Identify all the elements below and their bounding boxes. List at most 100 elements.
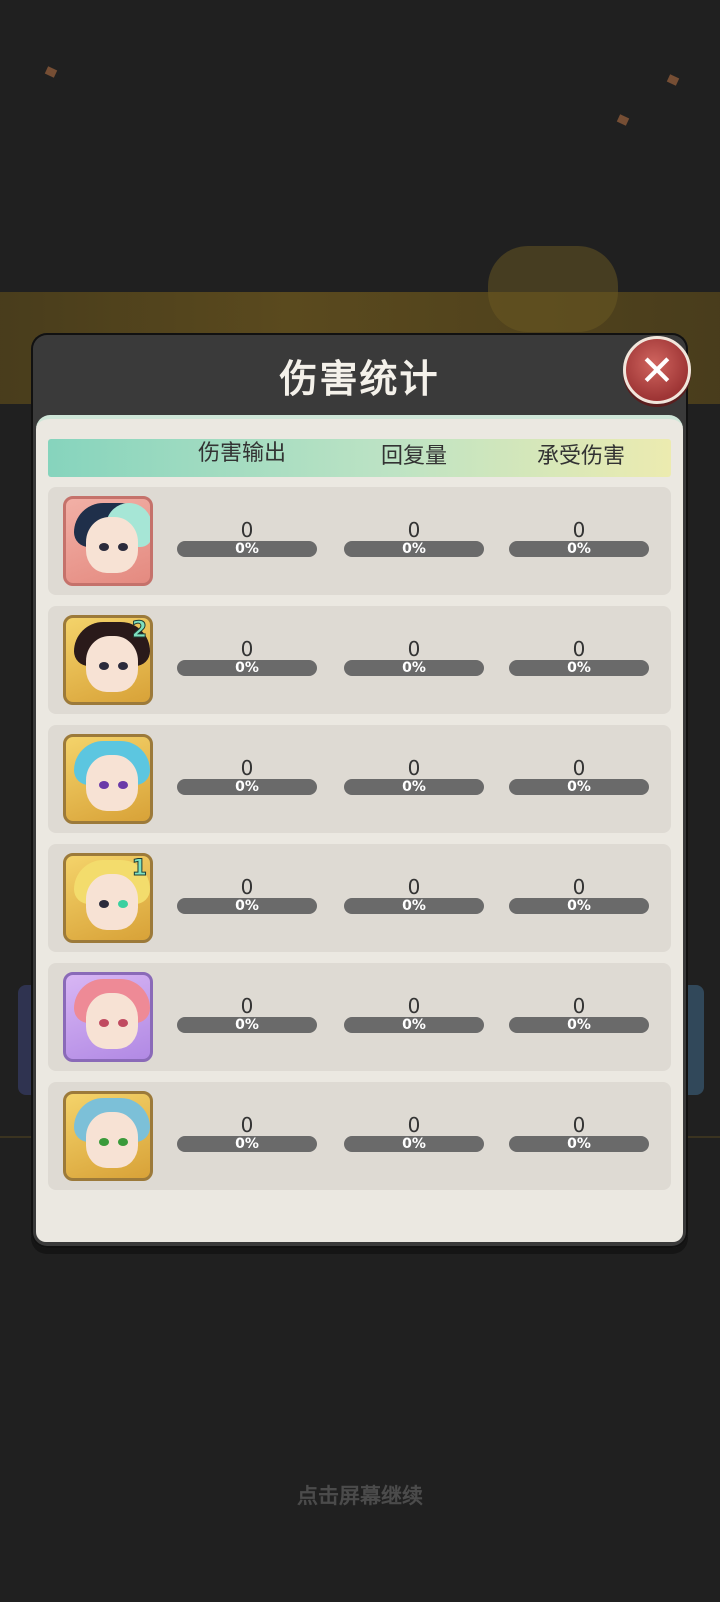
taken-stat: 0 0% bbox=[509, 874, 649, 914]
damage-stat: 0 0% bbox=[177, 636, 317, 676]
column-header-taken: 承受伤害 bbox=[536, 444, 625, 469]
taken-progress-bar: 0% bbox=[509, 779, 649, 795]
taken-progress-bar: 0% bbox=[509, 1017, 649, 1033]
hero-row: 0 0% 0 0% 0 0% bbox=[48, 487, 671, 595]
heal-stat: 0 0% bbox=[344, 1112, 484, 1152]
hero-avatar[interactable] bbox=[63, 496, 153, 586]
heal-value: 0 bbox=[407, 875, 421, 899]
damage-stat: 0 0% bbox=[177, 755, 317, 795]
hero-row: 2 0 0% 0 0% 0 0% bbox=[48, 606, 671, 714]
heal-stat: 0 0% bbox=[344, 993, 484, 1033]
damage-stats-dialog: 伤害统计 伤害输出 回复量 承受伤害 0 0% 0 0% 0 0% 2 0 0%… bbox=[31, 333, 688, 1248]
taken-stat: 0 0% bbox=[509, 755, 649, 795]
heal-stat: 0 0% bbox=[344, 874, 484, 914]
damage-percent: 0% bbox=[235, 898, 259, 914]
hero-avatar[interactable] bbox=[63, 972, 153, 1062]
heal-value: 0 bbox=[407, 994, 421, 1018]
damage-value: 0 bbox=[240, 994, 254, 1018]
taken-percent: 0% bbox=[567, 779, 591, 795]
damage-stat: 0 0% bbox=[177, 993, 317, 1033]
hero-avatar[interactable]: 2 bbox=[63, 615, 153, 705]
damage-progress-bar: 0% bbox=[177, 1136, 317, 1152]
taken-value: 0 bbox=[572, 1113, 586, 1137]
hero-level-badge: 1 bbox=[131, 856, 147, 882]
taken-value: 0 bbox=[572, 637, 586, 661]
heal-percent: 0% bbox=[402, 660, 426, 676]
damage-progress-bar: 0% bbox=[177, 898, 317, 914]
damage-percent: 0% bbox=[235, 541, 259, 557]
damage-value: 0 bbox=[240, 637, 254, 661]
heal-value: 0 bbox=[407, 1113, 421, 1137]
damage-progress-bar: 0% bbox=[177, 660, 317, 676]
heal-percent: 0% bbox=[402, 541, 426, 557]
taken-progress-bar: 0% bbox=[509, 660, 649, 676]
damage-progress-bar: 0% bbox=[177, 541, 317, 557]
taken-progress-bar: 0% bbox=[509, 1136, 649, 1152]
heal-percent: 0% bbox=[402, 898, 426, 914]
column-header-damage: 伤害输出 bbox=[197, 441, 286, 466]
damage-progress-bar: 0% bbox=[177, 1017, 317, 1033]
hero-avatar[interactable] bbox=[63, 1091, 153, 1181]
heal-progress-bar: 0% bbox=[344, 1017, 484, 1033]
taken-stat: 0 0% bbox=[509, 636, 649, 676]
taken-value: 0 bbox=[572, 756, 586, 780]
heal-percent: 0% bbox=[402, 779, 426, 795]
heal-value: 0 bbox=[407, 637, 421, 661]
damage-value: 0 bbox=[240, 875, 254, 899]
confetti-decoration bbox=[616, 114, 630, 126]
damage-value: 0 bbox=[240, 756, 254, 780]
column-header-heal: 回复量 bbox=[380, 444, 447, 469]
tap-to-continue-hint[interactable]: 点击屏幕继续 bbox=[0, 1480, 720, 1510]
heal-stat: 0 0% bbox=[344, 636, 484, 676]
taken-value: 0 bbox=[572, 518, 586, 542]
heal-progress-bar: 0% bbox=[344, 1136, 484, 1152]
heal-value: 0 bbox=[407, 756, 421, 780]
taken-percent: 0% bbox=[567, 541, 591, 557]
damage-value: 0 bbox=[240, 518, 254, 542]
heal-progress-bar: 0% bbox=[344, 541, 484, 557]
hero-row: 1 0 0% 0 0% 0 0% bbox=[48, 844, 671, 952]
damage-value: 0 bbox=[240, 1113, 254, 1137]
heal-progress-bar: 0% bbox=[344, 898, 484, 914]
hero-row: 0 0% 0 0% 0 0% bbox=[48, 1082, 671, 1190]
column-header-bar: 伤害输出 回复量 承受伤害 bbox=[48, 439, 671, 477]
damage-stat: 0 0% bbox=[177, 874, 317, 914]
dialog-title: 伤害统计 bbox=[279, 356, 440, 401]
stats-table: 伤害输出 回复量 承受伤害 0 0% 0 0% 0 0% 2 0 0% 0 0%… bbox=[36, 415, 683, 1242]
taken-stat: 0 0% bbox=[509, 993, 649, 1033]
confetti-decoration bbox=[666, 74, 680, 86]
taken-percent: 0% bbox=[567, 1017, 591, 1033]
damage-percent: 0% bbox=[235, 779, 259, 795]
damage-percent: 0% bbox=[235, 660, 259, 676]
hero-row: 0 0% 0 0% 0 0% bbox=[48, 725, 671, 833]
damage-progress-bar: 0% bbox=[177, 779, 317, 795]
heal-progress-bar: 0% bbox=[344, 779, 484, 795]
close-icon: ✕ bbox=[639, 345, 675, 395]
damage-stat: 0 0% bbox=[177, 1112, 317, 1152]
damage-stat: 0 0% bbox=[177, 517, 317, 557]
background-star-decoration bbox=[488, 246, 618, 332]
heal-stat: 0 0% bbox=[344, 755, 484, 795]
hero-avatar[interactable]: 1 bbox=[63, 853, 153, 943]
damage-percent: 0% bbox=[235, 1017, 259, 1033]
taken-value: 0 bbox=[572, 994, 586, 1018]
heal-progress-bar: 0% bbox=[344, 660, 484, 676]
taken-percent: 0% bbox=[567, 898, 591, 914]
heal-percent: 0% bbox=[402, 1017, 426, 1033]
taken-stat: 0 0% bbox=[509, 517, 649, 557]
taken-percent: 0% bbox=[567, 660, 591, 676]
heal-stat: 0 0% bbox=[344, 517, 484, 557]
taken-percent: 0% bbox=[567, 1136, 591, 1152]
taken-value: 0 bbox=[572, 875, 586, 899]
taken-stat: 0 0% bbox=[509, 1112, 649, 1152]
hero-avatar[interactable] bbox=[63, 734, 153, 824]
close-button[interactable]: ✕ bbox=[623, 336, 691, 404]
damage-percent: 0% bbox=[235, 1136, 259, 1152]
confetti-decoration bbox=[44, 66, 58, 78]
taken-progress-bar: 0% bbox=[509, 898, 649, 914]
hero-row: 0 0% 0 0% 0 0% bbox=[48, 963, 671, 1071]
hero-level-badge: 2 bbox=[131, 618, 147, 644]
taken-progress-bar: 0% bbox=[509, 541, 649, 557]
heal-value: 0 bbox=[407, 518, 421, 542]
heal-percent: 0% bbox=[402, 1136, 426, 1152]
